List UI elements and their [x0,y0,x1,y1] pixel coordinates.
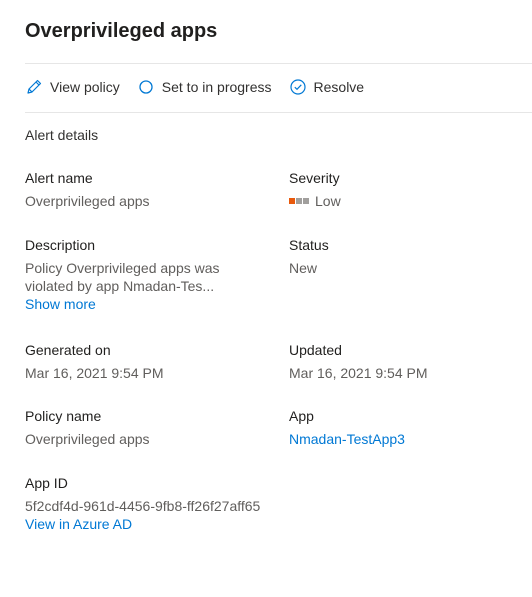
edit-icon [25,78,43,96]
view-policy-label: View policy [50,79,120,95]
toolbar: View policy Set to in progress Resolve [25,76,381,98]
page-title: Overprivileged apps [25,20,218,42]
app-id-field: App ID 5f2cdf4d-961d-4456-9fb8-ff26f27af… [25,475,325,533]
app-field: App Nmadan-TestApp3 [289,408,529,448]
description-label: Description [25,237,96,253]
resolve-button[interactable]: Resolve [289,78,365,96]
set-in-progress-label: Set to in progress [161,79,272,95]
severity-text: Low [315,193,341,209]
status-value: New [289,260,318,276]
app-link[interactable]: Nmadan-TestApp3 [289,430,529,448]
description-field: Description Policy Overprivileged apps w… [25,237,265,313]
description-line-1: Policy Overprivileged apps was [25,260,220,276]
policy-name-value: Overprivileged apps [25,431,150,447]
severity-value: Low [289,192,529,210]
policy-name-label: Policy name [25,408,102,424]
severity-field: Severity Low [289,170,529,210]
severity-indicator-icon [289,198,310,204]
generated-on-value: Mar 16, 2021 9:54 PM [25,365,164,381]
severity-square [303,198,309,204]
alert-panel: Overprivileged apps View policy Set to i… [0,0,532,597]
divider [25,63,532,64]
alert-name-field: Alert name Overprivileged apps [25,170,265,210]
alert-name-value: Overprivileged apps [25,193,150,209]
view-in-azure-ad-link[interactable]: View in Azure AD [25,515,325,533]
alert-name-label: Alert name [25,170,93,186]
generated-on-label: Generated on [25,342,111,358]
divider [25,112,532,113]
severity-label: Severity [289,170,340,186]
show-more-link[interactable]: Show more [25,295,265,313]
updated-label: Updated [289,342,342,358]
severity-square [296,198,302,204]
view-policy-button[interactable]: View policy [25,78,120,96]
policy-name-field: Policy name Overprivileged apps [25,408,265,448]
set-in-progress-button[interactable]: Set to in progress [137,78,272,96]
status-field: Status New [289,237,529,277]
resolve-label: Resolve [313,79,365,95]
check-circle-icon [289,78,307,96]
generated-on-field: Generated on Mar 16, 2021 9:54 PM [25,342,265,382]
severity-square [289,198,295,204]
status-label: Status [289,237,329,253]
description-line-2: violated by app Nmadan-Tes... [25,278,215,294]
updated-field: Updated Mar 16, 2021 9:54 PM [289,342,529,382]
updated-value: Mar 16, 2021 9:54 PM [289,365,428,381]
app-id-value: 5f2cdf4d-961d-4456-9fb8-ff26f27aff65 [25,498,261,514]
app-id-label: App ID [25,475,68,491]
circle-icon [137,78,155,96]
alert-details-heading: Alert details [25,127,99,143]
app-label: App [289,408,314,424]
